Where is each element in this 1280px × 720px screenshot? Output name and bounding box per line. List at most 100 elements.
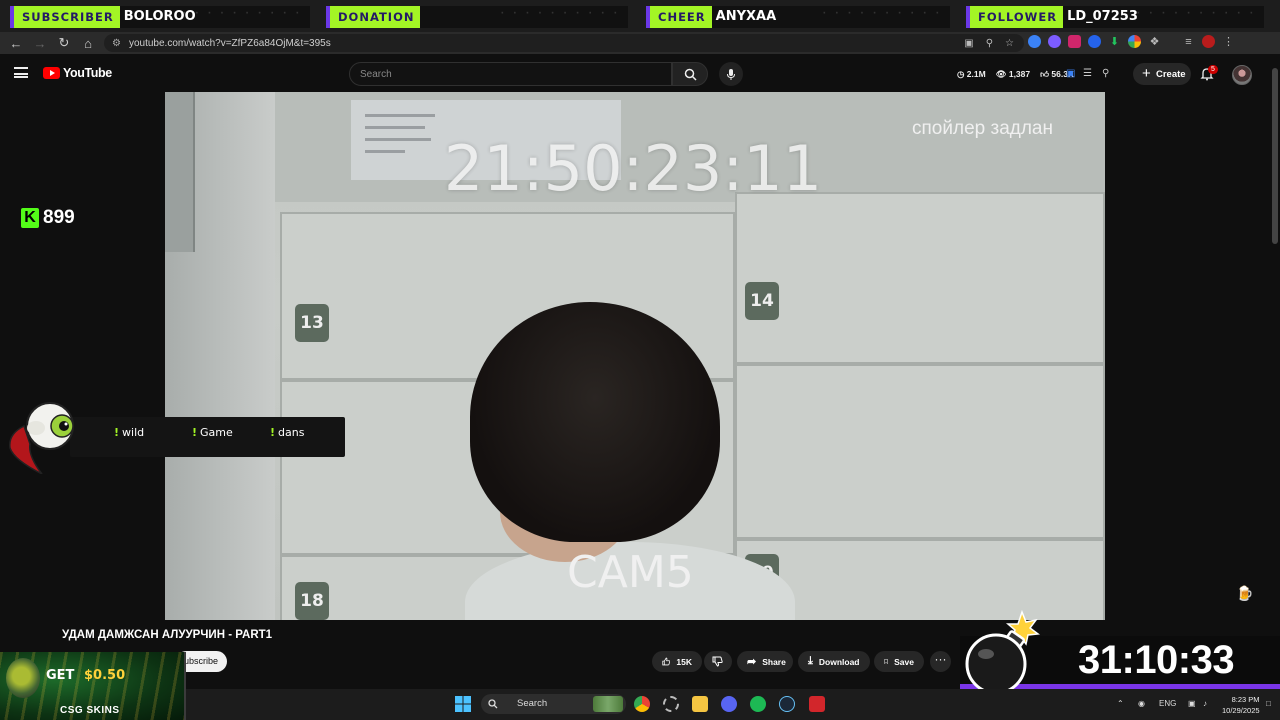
- profile-avatar-icon[interactable]: [1202, 35, 1215, 48]
- zoom-icon[interactable]: ⚲: [986, 38, 993, 49]
- create-button[interactable]: Create: [1133, 63, 1191, 85]
- alert-label: SUBSCRIBER: [10, 6, 120, 28]
- download-arrow-icon[interactable]: ⬇: [1108, 35, 1121, 48]
- share-arrow-icon: ➦: [747, 656, 757, 668]
- share-label: Share: [762, 656, 786, 667]
- microphone-icon: [727, 68, 735, 80]
- forward-arrow-icon[interactable]: →: [28, 32, 52, 54]
- windows-start-icon[interactable]: [455, 696, 471, 712]
- alert-donation: DONATION: [326, 6, 628, 28]
- notification-badge: 5: [1208, 65, 1218, 74]
- browser-toolbar: ← → ↻ ⌂ ⚙ youtube.com/watch?v=ZfPZ6a84Oj…: [0, 32, 1280, 54]
- ad-amount: $0.50: [84, 668, 126, 683]
- back-arrow-icon[interactable]: ←: [4, 32, 28, 54]
- chat-command: ! dans: [270, 426, 305, 439]
- locker-door: [735, 192, 1105, 364]
- extension-icon[interactable]: [1088, 35, 1101, 48]
- ad-get-text: GET: [46, 668, 75, 683]
- steam-icon[interactable]: [779, 696, 795, 712]
- download-button[interactable]: ⤓ Download: [798, 651, 870, 672]
- discord-icon[interactable]: [721, 696, 737, 712]
- mascot-icon: [9, 402, 74, 474]
- address-bar[interactable]: ⚙ youtube.com/watch?v=ZfPZ6a84OjM&t=395s…: [104, 34, 1024, 52]
- bomb-timer: 31:10:33: [1078, 638, 1235, 682]
- extensions-area: ⬇ ❖ ≡ ⋮: [1028, 35, 1235, 48]
- alert-subscriber: SUBSCRIBER BOLOROO: [10, 6, 310, 28]
- install-app-icon[interactable]: ▣: [964, 38, 973, 49]
- extension-icon[interactable]: [1068, 35, 1081, 48]
- ad-character-image: [6, 658, 40, 698]
- stat-watching: 👁︎ 1,387: [995, 69, 1031, 79]
- share-button[interactable]: ➦ Share: [737, 651, 793, 672]
- camera-label: CAM5: [567, 547, 694, 598]
- like-button[interactable]: 15K: [652, 651, 702, 672]
- alert-value: [420, 6, 628, 28]
- scrollbar-thumb[interactable]: [1272, 68, 1278, 244]
- thumbs-up-icon: [662, 657, 671, 666]
- youtube-play-icon: [43, 67, 60, 79]
- microphone-icon[interactable]: ◉: [1138, 699, 1145, 708]
- sponsor-ad[interactable]: GET $0.50 CSG SKINS: [0, 652, 186, 720]
- filter-icon[interactable]: ☰: [1083, 68, 1092, 79]
- browser-menu-icon[interactable]: ⋮: [1222, 35, 1235, 48]
- home-icon[interactable]: ⌂: [76, 32, 100, 54]
- trophy-icon[interactable]: ⚲: [1102, 68, 1109, 79]
- spotify-icon[interactable]: [750, 696, 766, 712]
- clock-time: 8:23 PM: [1231, 695, 1260, 704]
- alert-follower: FOLLOWER LD_07253: [966, 6, 1264, 28]
- locker-number: 14: [745, 282, 779, 320]
- video-detail: [365, 114, 435, 117]
- alert-label: CHEER: [646, 6, 712, 28]
- video-detail: [365, 126, 425, 129]
- voice-search-button[interactable]: [719, 62, 743, 86]
- bookmark-star-icon[interactable]: ☆: [1005, 38, 1014, 49]
- stream-alert-bar: SUBSCRIBER BOLOROO DONATION CHEER ANYXAA…: [0, 0, 1280, 32]
- notification-icon[interactable]: □: [1266, 699, 1271, 708]
- clock-date: 10/29/2025: [1222, 706, 1260, 715]
- app-icon[interactable]: [809, 696, 825, 712]
- kick-count: 899: [43, 207, 75, 228]
- thumbs-down-icon: [712, 656, 723, 667]
- ad-brand: CSG SKINS: [60, 705, 120, 716]
- more-actions-icon[interactable]: ···: [930, 651, 951, 672]
- youtube-logo[interactable]: YouTube: [43, 66, 112, 80]
- chrome-icon[interactable]: [634, 696, 650, 712]
- kick-counter: K 899: [21, 207, 75, 229]
- language-indicator[interactable]: ENG: [1159, 699, 1176, 708]
- search-icon: [684, 68, 697, 81]
- corner-widget-icon[interactable]: 🍺: [1236, 585, 1253, 602]
- tab-search-icon[interactable]: ≡: [1182, 36, 1195, 48]
- youtube-header: YouTube Search ◷ 2.1M 👁︎ 1,387 👍︎ 56.3K …: [0, 54, 1280, 92]
- like-count: 15K: [676, 656, 692, 667]
- taskbar-clock[interactable]: 8:23 PM 10/29/2025: [1222, 694, 1260, 716]
- menu-icon[interactable]: [14, 67, 28, 78]
- search-button[interactable]: [672, 62, 708, 86]
- locker-number: 18: [295, 582, 329, 620]
- stat-views: ◷ 2.1M: [957, 69, 986, 79]
- extension-icon[interactable]: [1048, 35, 1061, 48]
- dislike-button[interactable]: [704, 651, 732, 672]
- folder-icon[interactable]: [692, 696, 708, 712]
- chat-command: ! Game: [192, 426, 233, 439]
- save-button[interactable]: Save: [874, 651, 924, 672]
- extension-icon[interactable]: [1128, 35, 1141, 48]
- reload-icon[interactable]: ↻: [52, 32, 76, 54]
- site-info-icon[interactable]: ⚙: [112, 38, 121, 49]
- chevron-up-icon[interactable]: ⌃: [1117, 699, 1124, 708]
- puzzle-icon[interactable]: ❖: [1148, 35, 1161, 48]
- search-input[interactable]: Search: [349, 62, 672, 86]
- speaker-icon[interactable]: ♪: [1203, 699, 1207, 708]
- video-player[interactable]: 13 14 18 19 21:50:23:11 спойлер задлан C…: [165, 92, 1105, 620]
- monitor-icon[interactable]: ▣: [1188, 699, 1196, 708]
- video-title: УДАМ ДАМЖСАН АЛУУРЧИН - PART1: [62, 629, 273, 641]
- bookmark-icon: [884, 659, 888, 665]
- locker-number: 13: [295, 304, 329, 342]
- kick-logo-icon: K: [21, 208, 39, 228]
- alert-value: ANYXAA: [711, 6, 950, 28]
- chat-command: ! wild: [114, 426, 145, 439]
- extension-badge-icon[interactable]: ▣: [1066, 68, 1075, 79]
- app-icon[interactable]: [663, 696, 679, 712]
- avatar[interactable]: [1232, 65, 1252, 85]
- extension-icon[interactable]: [1028, 35, 1041, 48]
- alert-value: LD_07253: [1063, 6, 1264, 28]
